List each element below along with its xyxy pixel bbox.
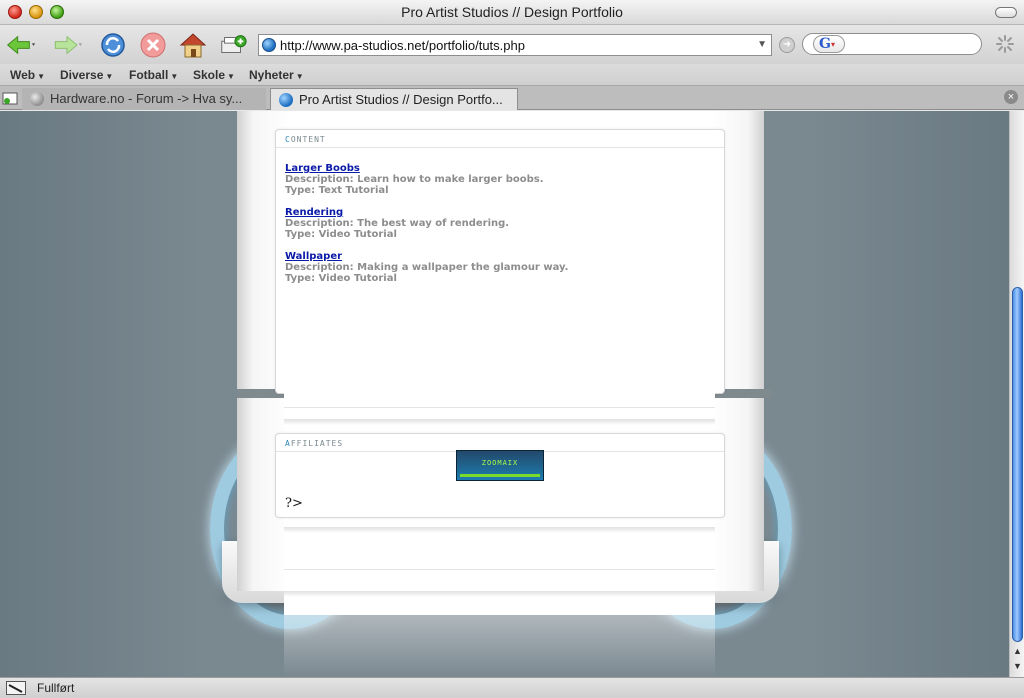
page-fade (284, 615, 715, 677)
chevron-down-icon: ▼ (105, 72, 114, 81)
bookmark-folder-diverse[interactable]: Diverse ▼ (60, 68, 113, 82)
divider (284, 527, 715, 533)
forward-arrow-icon (54, 35, 82, 55)
address-bar[interactable]: http://www.pa-studios.net/portfolio/tuts… (258, 34, 772, 56)
toolbar-toggle-button[interactable] (995, 7, 1017, 18)
add-bookmark-icon (221, 35, 247, 53)
vertical-scrollbar[interactable]: ▲ ▼ (1009, 111, 1024, 677)
divider (284, 569, 715, 570)
heading-rest: ontent (290, 135, 326, 144)
tab-bar: Hardware.no - Forum -> Hva sy... Pro Art… (0, 86, 1024, 110)
content-heading: Content (276, 130, 724, 148)
bookmark-label: Web (10, 68, 36, 82)
url-history-dropdown-icon[interactable]: ▼ (757, 39, 767, 50)
bookmark-label: Diverse (60, 68, 104, 82)
bookmark-folder-skole[interactable]: Skole ▼ (193, 68, 235, 82)
bookmark-folder-nyheter[interactable]: Nyheter ▼ (249, 68, 304, 82)
chevron-down-icon: ▼ (37, 72, 46, 81)
tutorial-item: Larger Boobs Description: Learn how to m… (285, 163, 544, 196)
raw-code-text: ?> (285, 496, 303, 511)
globe-icon (279, 93, 293, 107)
status-bar: Fullført (0, 677, 1024, 698)
affiliate-banner-text: ZOOMAIX (481, 459, 519, 467)
tutorial-type: Type: Video Tutorial (285, 273, 397, 284)
tutorial-type: Type: Video Tutorial (285, 229, 397, 240)
forward-button[interactable] (52, 30, 82, 60)
new-tab-icon[interactable] (2, 90, 18, 106)
tutorial-description: Description: The best way of rendering. (285, 218, 510, 229)
bookmark-label: Fotball (129, 68, 169, 82)
back-arrow-icon (6, 35, 36, 55)
connection-status-icon (6, 681, 26, 695)
bookmark-folder-web[interactable]: Web ▼ (10, 68, 45, 82)
tab-hardware-forum[interactable]: Hardware.no - Forum -> Hva sy... (22, 88, 266, 110)
bookmark-add-button[interactable] (218, 30, 248, 60)
bookmark-folder-fotball[interactable]: Fotball ▼ (129, 68, 178, 82)
scroll-down-arrow-icon[interactable]: ▼ (1013, 661, 1022, 671)
google-icon[interactable]: G▾ (813, 35, 845, 53)
url-text: http://www.pa-studios.net/portfolio/tuts… (280, 38, 525, 53)
home-button[interactable] (178, 30, 208, 60)
chevron-down-icon: ▼ (227, 72, 235, 81)
go-button[interactable]: ➜ (779, 37, 795, 53)
reload-button[interactable] (98, 30, 128, 60)
title-bar: Pro Artist Studios // Design Portfolio (0, 0, 1024, 25)
bookmarks-bar: Web ▼ Diverse ▼ Fotball ▼ Skole ▼ Nyheter ▼ (0, 64, 1024, 86)
scroll-up-arrow-icon[interactable]: ▲ (1013, 646, 1022, 656)
chevron-down-icon: ▼ (170, 72, 179, 81)
close-tab-icon[interactable]: × (1004, 90, 1018, 104)
stop-button[interactable] (138, 30, 168, 60)
bookmark-label: Nyheter (249, 68, 294, 82)
scrollbar-thumb[interactable] (1012, 287, 1023, 642)
stop-icon (140, 32, 166, 58)
reload-icon (101, 33, 125, 57)
tutorial-link-rendering[interactable]: Rendering (285, 207, 343, 218)
site-globe-icon (262, 38, 276, 52)
favicon-icon (30, 92, 44, 106)
tutorial-description: Description: Making a wallpaper the glam… (285, 262, 569, 273)
bookmark-label: Skole (193, 68, 226, 82)
chevron-down-icon: ▼ (295, 72, 304, 81)
page-viewport: Content Larger Boobs Description: Learn … (0, 111, 1009, 677)
tutorial-type: Type: Text Tutorial (285, 185, 389, 196)
tab-label: Pro Artist Studios // Design Portfo... (299, 92, 503, 107)
back-button[interactable] (6, 30, 36, 60)
tutorial-link-larger-boobs[interactable]: Larger Boobs (285, 163, 360, 174)
tab-label: Hardware.no - Forum -> Hva sy... (50, 91, 243, 106)
divider (284, 591, 715, 597)
status-text: Fullført (37, 681, 75, 695)
banner-stripe (460, 474, 540, 477)
tutorial-link-wallpaper[interactable]: Wallpaper (285, 251, 342, 262)
tutorial-item: Rendering Description: The best way of r… (285, 207, 509, 240)
divider (284, 419, 715, 425)
loading-spinner-icon (996, 35, 1014, 53)
window-title: Pro Artist Studios // Design Portfolio (401, 4, 623, 20)
tutorial-description: Description: Learn how to make larger bo… (285, 174, 544, 185)
heading-rest: ffiliates (290, 439, 344, 448)
search-input[interactable]: G▾ (802, 33, 982, 55)
tab-pro-artist-studios[interactable]: Pro Artist Studios // Design Portfo... (270, 88, 518, 110)
divider (284, 407, 715, 408)
tutorial-item: Wallpaper Description: Making a wallpape… (285, 251, 568, 284)
home-icon (179, 33, 207, 58)
affiliate-banner[interactable]: ZOOMAIX (456, 450, 544, 481)
